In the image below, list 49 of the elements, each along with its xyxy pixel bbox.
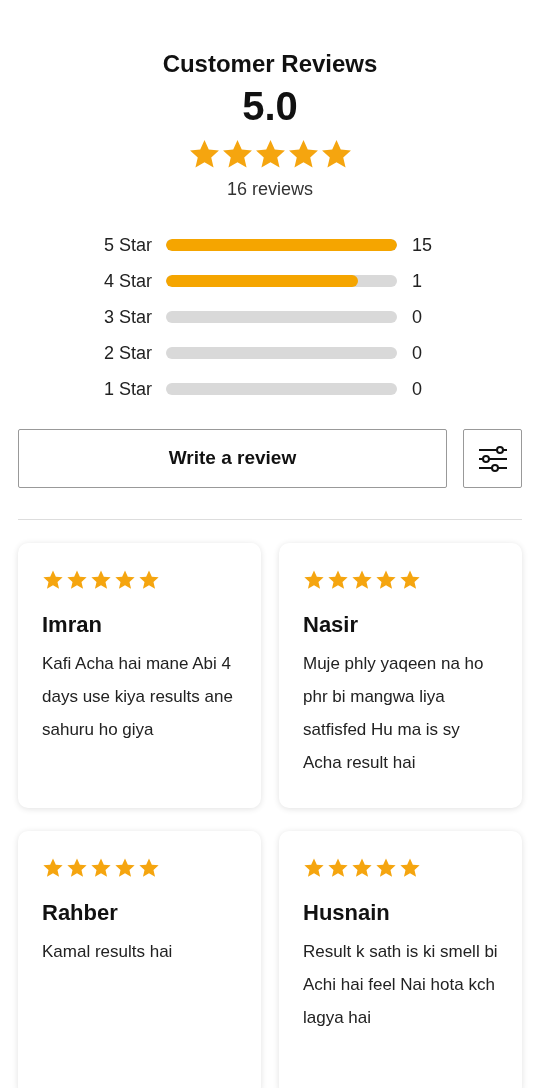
star-icon [114,857,136,879]
star-icon [138,569,160,591]
star-icon [220,138,254,171]
rating-count: 0 [412,377,422,401]
rating-count: 0 [412,305,422,329]
write-review-button[interactable]: Write a review [18,429,447,488]
star-icon [375,857,397,879]
review-text: Muje phly yaqeen na ho phr bi mangwa liya satfisfed Hu ma is sy Acha result hai [303,653,485,774]
star-label: 2 Star [104,341,154,365]
star-label: 4 Star [104,269,154,293]
star-icon [303,857,325,879]
star-icon [138,857,160,879]
star-icon [253,138,287,171]
review-text: Kamal results hai [42,941,174,963]
star-label: 1 Star [104,377,154,401]
reviewer-name: Husnain [303,899,391,927]
star-icon [319,138,353,171]
reviewer-name: Imran [42,611,103,639]
filter-button[interactable] [463,429,522,488]
reviewer-name: Nasir [303,611,360,639]
star-icon [187,138,221,171]
average-rating: 5.0 [242,83,298,130]
settings-icon [477,443,508,474]
review-count: 16 reviews [226,178,313,201]
star-icon [114,569,136,591]
star-icon [351,569,373,591]
star-icon [375,569,397,591]
star-icon [286,138,320,171]
star-icon [351,857,373,879]
star-icon [327,569,349,591]
star-icon [66,569,88,591]
star-icon [42,569,64,591]
reviewer-name: Rahber [42,899,119,927]
star-icon [303,569,325,591]
review-text: Kafi Acha hai mane Abi 4 days use kiya results ane sahuru ho giya [42,653,234,741]
star-icon [399,569,421,591]
star-icon [90,569,112,591]
star-icon [66,857,88,879]
star-icon [399,857,421,879]
rating-count: 0 [412,341,422,365]
star-label: 5 Star [104,233,154,257]
section-title: Customer Reviews [162,49,378,79]
star-icon [327,857,349,879]
star-icon [90,857,112,879]
review-text: Result k sath is ki smell bi Achi hai feel Nai hota kch lagya hai [303,941,499,1029]
star-icon [42,857,64,879]
rating-count: 15 [412,233,433,257]
rating-count: 1 [412,269,422,293]
star-label: 3 Star [104,305,154,329]
